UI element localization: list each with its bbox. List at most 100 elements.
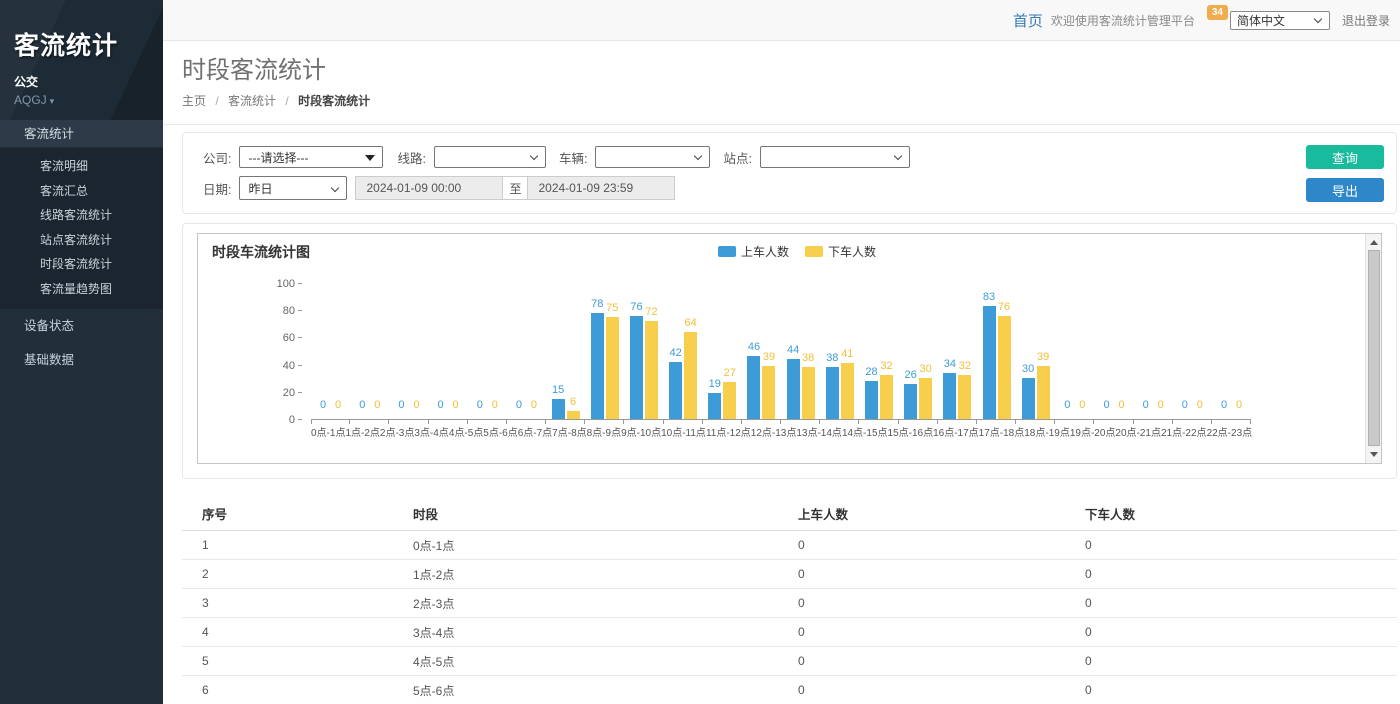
breadcrumb-separator: / <box>285 94 288 108</box>
sidebar-subitem[interactable]: 时段客流统计 <box>0 252 163 277</box>
bar-value-label: 44 <box>787 344 799 356</box>
bar <box>630 316 643 419</box>
bar-group: 1927 <box>703 284 742 419</box>
language-value: 简体中文 <box>1237 12 1285 29</box>
home-link[interactable]: 首页 <box>1013 10 1043 31</box>
caret-down-icon: ▾ <box>50 96 55 106</box>
table-row: 65点-6点00 <box>182 676 1397 704</box>
sidebar-subitem[interactable]: 站点客流统计 <box>0 228 163 253</box>
sidebar-item-device-status[interactable]: 设备状态 <box>0 309 163 343</box>
y-tick-mark <box>298 392 302 393</box>
bar <box>904 384 917 419</box>
y-tick-label: 60 <box>283 332 295 344</box>
table-cell: 1 <box>182 531 413 560</box>
sidebar-subitem[interactable]: 客流汇总 <box>0 179 163 204</box>
date-preset-select[interactable]: 昨日 <box>239 176 347 200</box>
chart-title: 时段车流统计图 <box>212 242 310 262</box>
bar-column: 0 <box>1154 284 1167 419</box>
legend-item-alighting[interactable]: 下车人数 <box>805 243 876 260</box>
bar <box>983 306 996 419</box>
x-tick-label: 17点-18点 <box>979 424 1025 439</box>
company-select[interactable]: ---请选择--- <box>239 146 383 168</box>
x-tick-label: 16点-17点 <box>933 424 979 439</box>
bar-column: 76 <box>630 284 643 419</box>
bar-group: 00 <box>507 284 546 419</box>
table-cell: 0 <box>798 676 1085 704</box>
date-range-group: 2024-01-09 00:00 至 2024-01-09 23:59 <box>355 176 675 200</box>
bar-value-label: 39 <box>763 351 775 363</box>
bar-group: 7875 <box>585 284 624 419</box>
org-code-label: AQGJ <box>14 93 47 107</box>
org-code-dropdown[interactable]: AQGJ▾ <box>14 93 163 107</box>
bar-column: 0 <box>1076 284 1089 419</box>
export-button[interactable]: 导出 <box>1306 178 1384 202</box>
date-start-input[interactable]: 2024-01-09 00:00 <box>355 176 503 200</box>
bar-column: 30 <box>1022 284 1035 419</box>
y-tick-mark <box>298 337 302 338</box>
x-tick-label: 22点-23点 <box>1207 424 1253 439</box>
bar-column: 0 <box>434 284 447 419</box>
sidebar: 客流统计 公交 AQGJ▾ 客流统计 客流明细客流汇总线路客流统计站点客流统计时… <box>0 0 163 704</box>
station-select[interactable] <box>760 146 910 168</box>
scrollbar-up-arrow[interactable] <box>1366 235 1381 250</box>
filter-panel: 公司: ---请选择--- 线路: 车辆: 站点: 日期: 昨日 <box>182 132 1397 214</box>
chart-scrollbar[interactable] <box>1365 234 1381 463</box>
sidebar-subitem[interactable]: 客流明细 <box>0 154 163 179</box>
bar-value-label: 0 <box>320 399 326 411</box>
company-select-value: ---请选择--- <box>248 149 308 166</box>
scrollbar-thumb[interactable] <box>1368 250 1380 446</box>
bar-value-label: 34 <box>944 358 956 370</box>
breadcrumb-section[interactable]: 客流统计 <box>228 94 276 108</box>
line-select[interactable] <box>434 146 546 168</box>
bar-value-label: 83 <box>983 291 995 303</box>
date-end-input[interactable]: 2024-01-09 23:59 <box>527 176 675 200</box>
bar-column: 0 <box>1233 284 1246 419</box>
x-tick-label: 3点-4点 <box>414 424 448 439</box>
query-button[interactable]: 查询 <box>1306 145 1384 169</box>
table-cell: 2 <box>182 560 413 589</box>
triangle-down-icon <box>365 155 375 161</box>
breadcrumb-current: 时段客流统计 <box>298 94 370 108</box>
bar-value-label: 76 <box>998 301 1010 313</box>
bar <box>684 332 697 419</box>
triangle-down-icon <box>1370 452 1378 457</box>
bar-group: 00 <box>468 284 507 419</box>
scrollbar-down-arrow[interactable] <box>1366 447 1381 462</box>
bar-value-label: 30 <box>1022 363 1034 375</box>
bar <box>802 367 815 419</box>
date-range-separator: 至 <box>502 176 528 200</box>
bar-column: 0 <box>395 284 408 419</box>
y-tick-mark <box>298 419 302 420</box>
page-title: 时段客流统计 <box>182 57 1400 85</box>
org-name: 公交 <box>14 73 163 90</box>
bar-group: 156 <box>546 284 585 419</box>
date-label: 日期: <box>203 179 231 198</box>
sidebar-subitem[interactable]: 客流量趋势图 <box>0 277 163 302</box>
bar-column: 34 <box>943 284 956 419</box>
logout-link[interactable]: 退出登录 <box>1342 12 1390 29</box>
breadcrumb-home[interactable]: 主页 <box>182 94 206 108</box>
breadcrumb-separator: / <box>215 94 218 108</box>
table-row: 10点-1点00 <box>182 531 1397 560</box>
table-row: 43点-4点00 <box>182 618 1397 647</box>
x-tick-label: 14点-15点 <box>842 424 888 439</box>
bar-column: 30 <box>919 284 932 419</box>
bar-value-label: 0 <box>438 399 444 411</box>
filter-row-1: 公司: ---请选择--- 线路: 车辆: 站点: <box>203 146 1396 168</box>
sidebar-item-passenger-stats[interactable]: 客流统计 <box>0 120 163 148</box>
legend-item-boarding[interactable]: 上车人数 <box>718 243 789 260</box>
table-cell: 1点-2点 <box>413 560 798 589</box>
language-select[interactable]: 简体中文 <box>1230 11 1330 30</box>
vehicle-select[interactable] <box>595 146 710 168</box>
x-tick-label: 12点-13点 <box>751 424 797 439</box>
bar <box>762 366 775 419</box>
bar-column: 19 <box>708 284 721 419</box>
sidebar-subitem[interactable]: 线路客流统计 <box>0 203 163 228</box>
x-tick-label: 20点-21点 <box>1115 424 1161 439</box>
chevron-down-icon <box>530 152 538 160</box>
sidebar-item-base-data[interactable]: 基础数据 <box>0 343 163 377</box>
x-tick-label: 15点-16点 <box>888 424 934 439</box>
table-body: 10点-1点0021点-2点0032点-3点0043点-4点0054点-5点00… <box>182 531 1397 704</box>
x-tick-label: 13点-14点 <box>796 424 842 439</box>
x-tick-label: 1点-2点 <box>345 424 379 439</box>
